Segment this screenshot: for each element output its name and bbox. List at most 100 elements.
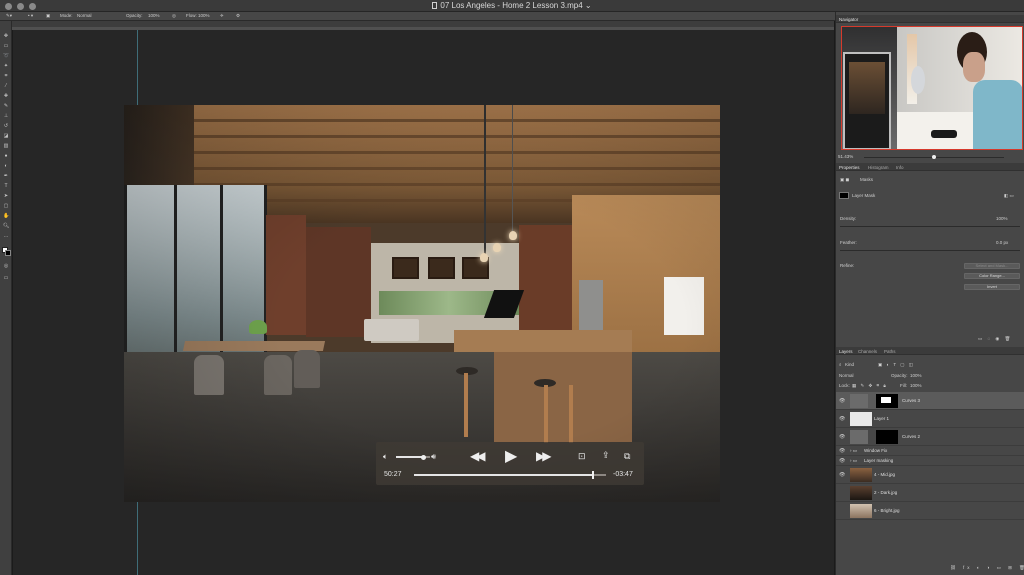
layer-name[interactable]: Curves 2 [902, 434, 920, 439]
healing-tool-icon[interactable]: ✚ [3, 93, 9, 99]
zoom-tool-icon[interactable]: 🔍︎ [3, 223, 9, 229]
background-color-swatch[interactable] [5, 250, 11, 256]
invert-button[interactable]: Invert [964, 284, 1020, 290]
color-range-button[interactable]: Color Range... [964, 273, 1020, 279]
visibility-eye-icon[interactable]: 👁︎ [839, 398, 845, 404]
layer-name[interactable]: Layer 1 [874, 416, 889, 421]
visibility-eye-icon[interactable]: 👁︎ [839, 434, 845, 440]
tab-layers[interactable]: Layers [839, 349, 853, 354]
visibility-eye-icon[interactable]: 👁︎ [839, 448, 845, 454]
density-value[interactable]: 100% [996, 216, 1008, 221]
layer-row[interactable]: 👁︎ Layer 1 [836, 410, 1024, 428]
layer-mask-thumbnail[interactable] [876, 394, 898, 408]
fast-forward-icon[interactable]: ▶▶ [536, 449, 552, 463]
lasso-tool-icon[interactable]: ➰ [3, 53, 9, 59]
layer-thumbnail[interactable] [850, 468, 872, 482]
layer-row[interactable]: 2 - Dark.jpg [836, 484, 1024, 502]
select-and-mask-button[interactable]: Select and Mask... [964, 263, 1020, 269]
navigator-tab[interactable]: Navigator [839, 17, 858, 22]
shape-tool-icon[interactable]: ▢ [3, 203, 9, 209]
volume-slider-knob[interactable] [420, 454, 426, 460]
layer-name[interactable]: 2 - Dark.jpg [874, 490, 897, 495]
mask-apply-icon[interactable]: ◧ ▭ [1004, 193, 1014, 199]
eyedropper-tool-icon[interactable]: ⁄ [3, 83, 9, 89]
feather-value[interactable]: 0.0 px [996, 240, 1008, 245]
layer-thumbnail[interactable] [850, 504, 872, 518]
gradient-tool-icon[interactable]: ▥ [3, 143, 9, 149]
layer-row[interactable]: 👁︎ Curves 3 [836, 392, 1024, 410]
visibility-eye-icon[interactable]: 👁︎ [839, 472, 845, 478]
layer-filter-icons[interactable]: ▣ ◐ T ▢ ◫ [878, 362, 915, 368]
tab-paths[interactable]: Paths [884, 349, 896, 354]
visibility-eye-icon[interactable]: 👁︎ [839, 416, 845, 422]
lock-icons[interactable]: ▦ ✎ ✥ ⌗ 🔒︎ [852, 383, 887, 389]
crop-tool-icon[interactable]: ⌗ [3, 73, 9, 79]
feather-slider[interactable] [840, 250, 1020, 251]
brush-size-icon[interactable]: • ▾ [28, 13, 33, 19]
layer-row[interactable]: 👁︎ Curves 2 [836, 428, 1024, 446]
mask-icons[interactable]: ▣ ◼ [840, 177, 849, 183]
layer-group-row[interactable]: 👁︎ › ▭ Layer masking [836, 456, 1024, 466]
navigator-zoom[interactable]: 51.43% [838, 154, 853, 159]
volume-slider[interactable] [396, 454, 430, 460]
brush-panel-icon[interactable]: ▣ [46, 13, 50, 19]
share-icon[interactable]: ⇪ [602, 450, 610, 461]
navigator-preview[interactable] [841, 26, 1023, 150]
layer-opacity-value[interactable]: 100% [910, 373, 922, 378]
tab-properties[interactable]: Properties [839, 165, 860, 170]
visibility-eye-icon[interactable]: 👁︎ [839, 458, 845, 464]
navigator-zoom-knob[interactable] [932, 155, 936, 159]
flow-input[interactable]: 100% [198, 13, 210, 18]
properties-footer-icons[interactable]: ▭ ◌ ◉ 🗑︎ [978, 336, 1012, 342]
layer-row[interactable]: 6 - Bright.jpg [836, 502, 1024, 520]
folder-icon[interactable]: › ▭ [850, 458, 857, 464]
path-select-tool-icon[interactable]: ➤ [3, 193, 9, 199]
layer-name[interactable]: 6 - Bright.jpg [874, 508, 900, 513]
rewind-icon[interactable]: ◀◀ [470, 449, 486, 463]
pressure-opacity-icon[interactable]: ◎ [172, 13, 176, 19]
layer-thumbnail[interactable] [850, 412, 872, 426]
marquee-tool-icon[interactable]: ▭ [3, 43, 9, 49]
history-brush-tool-icon[interactable]: ↺ [3, 123, 9, 129]
move-tool-icon[interactable]: ✥ [3, 33, 9, 39]
brush-tool-icon[interactable]: ✎ [3, 103, 9, 109]
tab-info[interactable]: Info [896, 165, 904, 170]
fill-value[interactable]: 100% [910, 383, 922, 388]
folder-icon[interactable]: › ▭ [850, 448, 857, 454]
blend-mode-select[interactable]: Normal [839, 373, 854, 378]
play-icon[interactable]: ▶ [505, 446, 517, 466]
stamp-tool-icon[interactable]: ⊥ [3, 113, 9, 119]
layer-name[interactable]: Curves 3 [902, 398, 920, 403]
pen-tool-icon[interactable]: ✒ [3, 173, 9, 179]
layer-name[interactable]: Layer masking [864, 458, 893, 463]
playback-scrubber[interactable] [414, 471, 606, 479]
blur-tool-icon[interactable]: ● [3, 153, 9, 159]
airplay-icon[interactable]: ⊡ [578, 451, 586, 462]
brush-tool-icon[interactable]: ✎▾ [6, 13, 12, 19]
more-tools-icon[interactable]: … [3, 233, 9, 239]
dodge-tool-icon[interactable]: ◐ [3, 163, 9, 169]
layer-group-row[interactable]: 👁︎ › ▭ Window Fix [836, 446, 1024, 456]
quick-mask-icon[interactable]: ◎ [3, 263, 9, 269]
smoothing-icon[interactable]: ⚙ [236, 13, 240, 19]
tab-channels[interactable]: Channels [858, 349, 877, 354]
tab-histogram[interactable]: Histogram [868, 165, 889, 170]
filter-search-icon[interactable]: ⌕ [839, 362, 842, 367]
airbrush-icon[interactable]: ✈ [220, 13, 224, 19]
layer-mask-thumbnail-icon[interactable] [839, 192, 849, 199]
mode-select[interactable]: Normal [77, 13, 92, 18]
hand-tool-icon[interactable]: ✋ [3, 213, 9, 219]
layer-mask-thumbnail[interactable] [876, 430, 898, 444]
volume-high-icon[interactable]: 🔊︎ [431, 452, 436, 462]
layers-footer-icons[interactable]: ⛓ fx ◐ ◑ ▭ ⊞ 🗑︎ [950, 565, 1024, 571]
layer-name[interactable]: Window Fix [864, 448, 887, 453]
eraser-tool-icon[interactable]: ◪ [3, 133, 9, 139]
screen-mode-icon[interactable]: ▭ [3, 275, 9, 281]
playback-playhead[interactable] [591, 471, 594, 479]
volume-low-icon[interactable]: 🔈︎ [383, 452, 388, 462]
title-chevron-icon[interactable]: ⌄ [585, 1, 592, 10]
layer-filter-kind[interactable]: Kind [845, 362, 854, 367]
opacity-input[interactable]: 100% [148, 13, 160, 18]
quick-select-tool-icon[interactable]: ✦ [3, 63, 9, 69]
type-tool-icon[interactable]: T [3, 183, 9, 189]
